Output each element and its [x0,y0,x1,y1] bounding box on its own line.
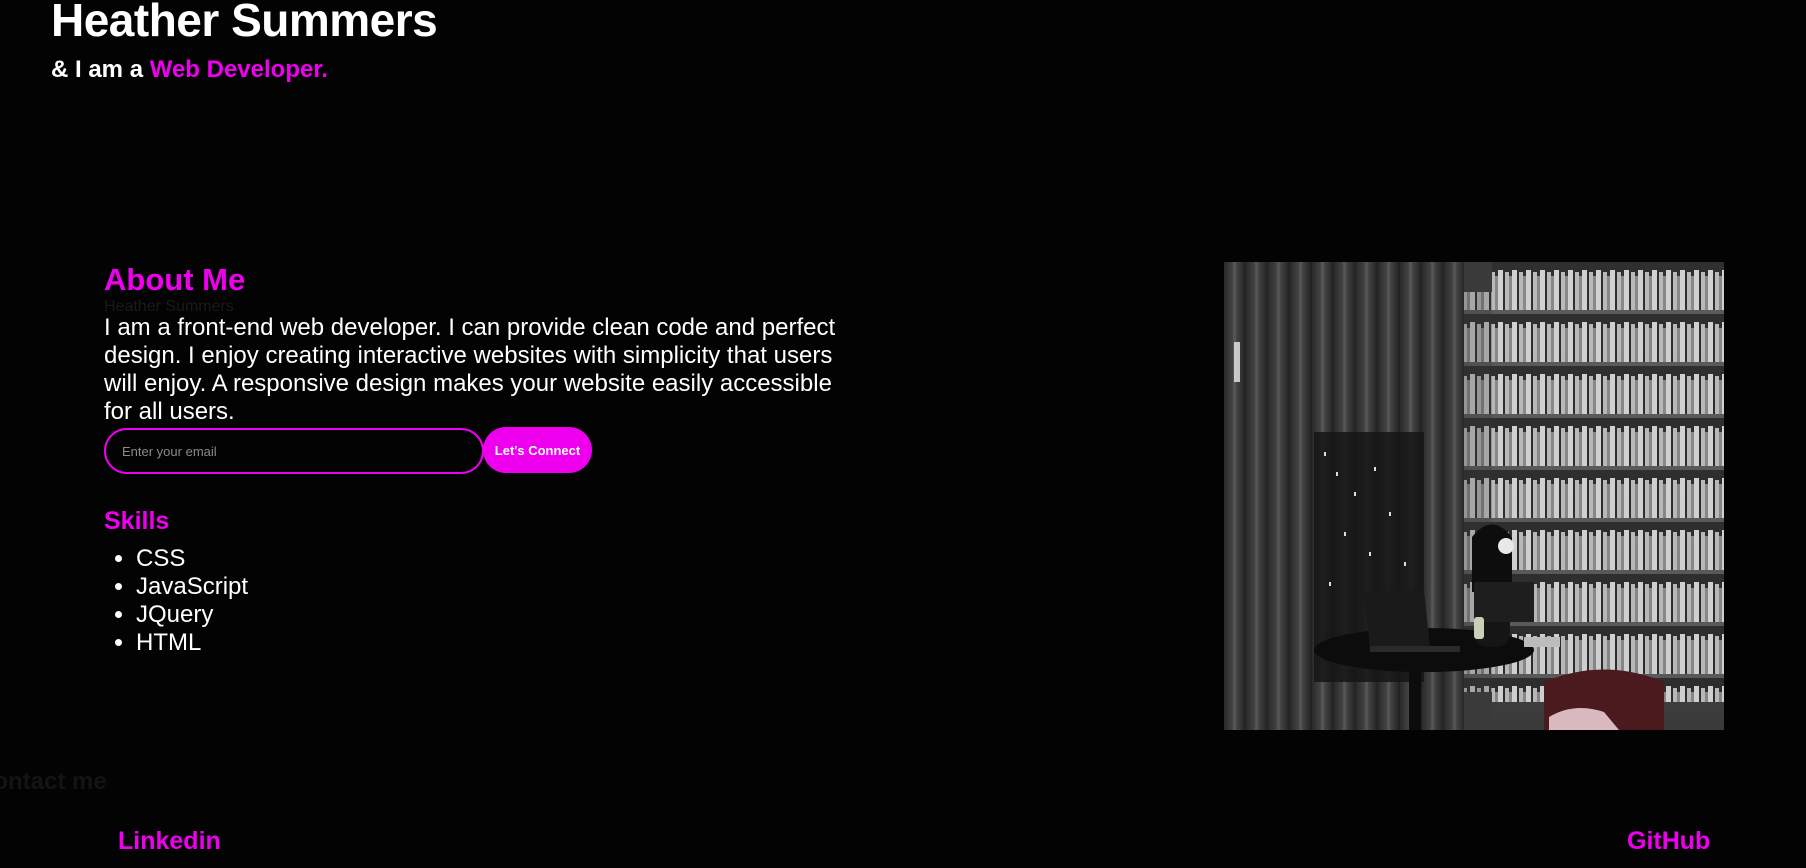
email-input[interactable] [104,428,484,474]
skill-item: CSS [136,545,248,573]
about-heading: About Me [104,262,246,297]
hero-tag-prefix: & I am a [51,56,150,83]
linkedin-link[interactable]: Linkedin [118,826,221,856]
hero-name: Heather Summers [51,0,438,46]
developer-library-photo-icon [1224,262,1724,730]
skill-item: JQuery [136,601,248,629]
skill-item: JavaScript [136,573,248,601]
about-text: I am a front-end web developer. I can pr… [104,314,836,425]
hero-role: Web Developer. [149,56,329,83]
developer-photo [1224,262,1724,730]
lets-connect-button[interactable]: Let's Connect [483,427,592,473]
skills-list: CSS JavaScript JQuery HTML [104,545,248,657]
hero-tagline: & I am a Web Developer. [51,56,328,84]
portfolio-page: Heather Summers & I am a Web Developer. … [0,0,1806,868]
skills-heading: Skills [104,507,170,535]
github-link[interactable]: GitHub [1627,826,1710,856]
contact-ghost-heading: Contact me [0,768,107,795]
skill-item: HTML [136,629,248,657]
